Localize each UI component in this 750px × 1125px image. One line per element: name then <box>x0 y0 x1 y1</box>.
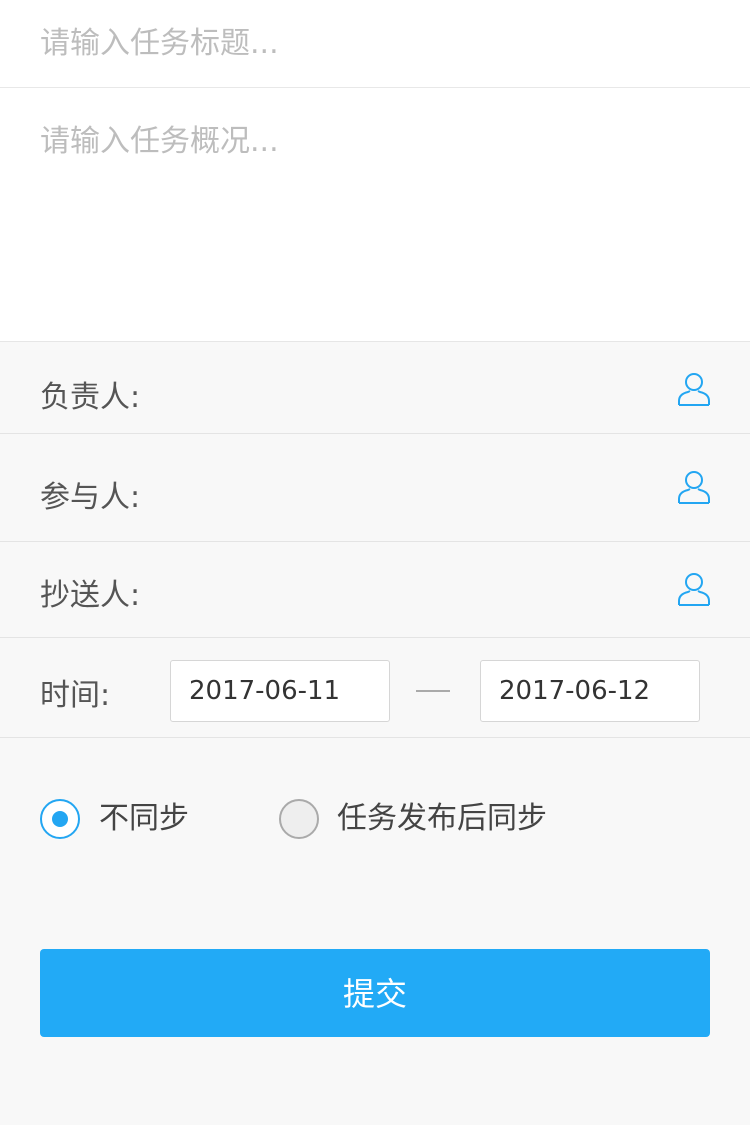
task-summary-input[interactable] <box>0 88 750 342</box>
no-sync-label[interactable]: 不同步 <box>99 798 189 840</box>
cc-label: 抄送人: <box>40 578 141 613</box>
sync-after-publish-radio[interactable] <box>279 799 319 839</box>
submit-button[interactable]: 提交 <box>40 949 710 1037</box>
owner-label: 负责人: <box>40 380 141 415</box>
person-outline-icon[interactable] <box>676 469 712 505</box>
person-outline-icon[interactable] <box>676 371 712 407</box>
participants-label: 参与人: <box>40 480 141 515</box>
owner-row[interactable]: 负责人: <box>0 342 750 434</box>
participants-row[interactable]: 参与人: <box>0 434 750 542</box>
time-label: 时间: <box>40 678 111 713</box>
start-date-input[interactable]: 2017-06-11 <box>170 660 390 722</box>
no-sync-radio[interactable] <box>40 799 80 839</box>
date-range-separator <box>416 690 450 692</box>
person-outline-icon[interactable] <box>676 571 712 607</box>
task-title-input[interactable] <box>0 0 750 88</box>
time-row: 时间: 2017-06-11 2017-06-12 <box>0 638 750 738</box>
sync-after-publish-label[interactable]: 任务发布后同步 <box>337 798 547 840</box>
cc-row[interactable]: 抄送人: <box>0 542 750 638</box>
end-date-input[interactable]: 2017-06-12 <box>480 660 700 722</box>
